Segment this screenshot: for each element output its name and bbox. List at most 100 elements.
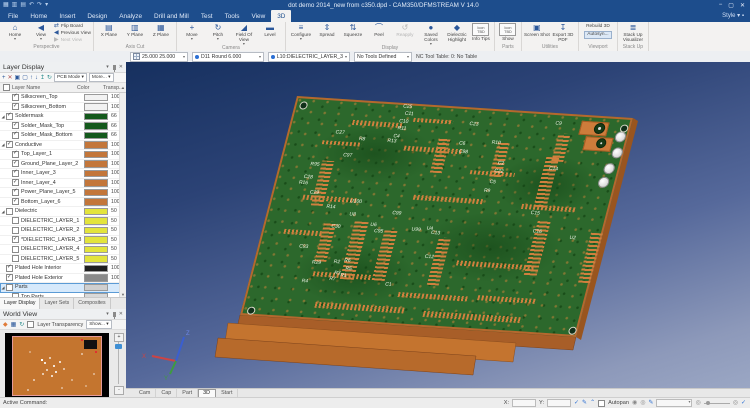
layer-color-chip[interactable] [84,208,108,216]
mode-select[interactable]: PCB Mode ▾ [54,73,87,82]
layer-row[interactable]: Silkscreen_Top100 [0,93,126,103]
layer-color-chip[interactable] [84,132,108,140]
close-panel-icon[interactable]: ✕ [119,311,123,317]
pitch-button[interactable]: ↻Pitch▾ [205,22,231,45]
layer-color-chip[interactable] [84,94,108,102]
layer-row[interactable]: *DIELECTRIC_LAYER_350 [0,236,126,246]
layer-visibility-checkbox[interactable] [12,293,19,297]
layer-visibility-checkbox[interactable] [12,132,19,139]
export-3d-pdf-button[interactable]: ↧Export 3D PDF [550,22,576,44]
squeeze-button[interactable]: ⇅Squeeze [340,22,366,45]
layer-visibility-checkbox[interactable] [12,227,19,234]
layer-row[interactable]: Bottom_Layer_6100 [0,198,126,208]
angle-icon[interactable]: ⌃ [590,399,595,407]
style-button[interactable]: Style ▾ ▪ [722,10,744,22]
layer-visibility-checkbox[interactable] [12,217,19,224]
level-button[interactable]: ▬Level [257,22,283,45]
ok-icon[interactable]: ✓ [741,399,746,407]
layer-color-chip[interactable] [84,189,108,197]
grid-select[interactable]: 25.000 25.000▾ [130,52,188,62]
maximize-button[interactable]: ▢ [728,2,734,9]
layer-row[interactable]: Silkscreen_Bottom100 [0,103,126,113]
layer-visibility-checkbox[interactable] [6,284,13,291]
layer-transparency-checkbox[interactable] [27,321,34,328]
menu-item-insert[interactable]: Insert [53,10,81,22]
x-plane-button[interactable]: ▤X Plane [96,22,122,44]
spread-button[interactable]: ⇕Spread [314,22,340,45]
copy-icon[interactable]: ▣ [15,74,21,82]
layer-visibility-checkbox[interactable] [12,255,19,262]
menu-item-view[interactable]: View [245,10,271,22]
active-layer-select[interactable]: L10:DIELECTRIC_LAYER_3▾ [268,52,350,62]
layer-row[interactable]: DIELECTRIC_LAYER_250 [0,226,126,236]
screen-shot-button[interactable]: ▣Screen Shot [524,22,550,44]
y-coordinate-input[interactable] [547,399,571,407]
menu-item-3d[interactable]: 3D [271,10,291,22]
layer-visibility-checkbox[interactable] [12,189,19,196]
panel-tab-layer-sets[interactable]: Layer Sets [40,298,74,309]
layer-color-chip[interactable] [84,227,108,235]
y-plane-button[interactable]: ▥Y Plane [122,22,148,44]
layer-visibility-checkbox[interactable] [6,208,13,215]
viewport-3d[interactable]: X Z Y C25C11C10R11C4R13C27R8C23C6C98R10C… [126,62,750,388]
layer-color-chip[interactable] [84,217,108,225]
layer-visibility-checkbox[interactable] [12,170,19,177]
layer-color-chip[interactable] [84,198,108,206]
layer-color-chip[interactable] [84,122,108,130]
panel-tab-layer-display[interactable]: Layer Display [0,298,40,309]
view-button[interactable]: ◀View▾ [28,22,54,44]
refresh-icon[interactable]: ↻ [47,74,52,82]
layer-row[interactable]: Inner_Layer_4100 [0,179,126,189]
redo-icon[interactable]: ↷ [37,0,42,10]
layer-visibility-checkbox[interactable] [12,151,19,158]
layer-color-chip[interactable] [84,293,108,297]
move-button[interactable]: +Move▾ [179,22,205,45]
dcode-select[interactable]: D11 Round 6.000▾ [192,52,264,62]
autopan-checkbox[interactable] [598,400,605,407]
tool-select[interactable]: No Tools Defined▾ [354,52,412,62]
menu-item-file[interactable]: File [2,10,24,22]
dielectric-highlight-button[interactable]: ◆Dielectric Highlight [444,22,470,45]
layer-row[interactable]: Inner_Layer_3100 [0,169,126,179]
layer-row[interactable]: DIELECTRIC_LAYER_550 [0,255,126,265]
layer-visibility-checkbox[interactable] [12,103,19,110]
configure-button[interactable]: ≡Configure▾ [288,22,314,45]
paste-icon[interactable]: ▢ [22,74,28,82]
peel-button[interactable]: ⌒Peel [366,22,392,45]
layer-visibility-checkbox[interactable] [6,265,13,272]
layer-visibility-checkbox[interactable] [12,179,19,186]
measure-icon[interactable]: ✎ [582,399,587,407]
layer-color-chip[interactable] [84,284,108,292]
previous-view-button[interactable]: ◀Previous View [54,30,91,37]
layer-row[interactable]: DIELECTRIC_LAYER_150 [0,217,126,227]
x-coordinate-input[interactable] [512,399,536,407]
stack-up-visualizer-button[interactable]: ≣Stack Up Visualizer [620,22,646,44]
autosync-toggle[interactable]: Autosyn... [584,31,611,39]
layer-visibility-checkbox[interactable] [6,141,13,148]
pin-icon[interactable] [113,312,116,317]
panel-tab-composites[interactable]: Composites [74,298,110,309]
add-layer-icon[interactable]: + [2,74,6,82]
move-down-icon[interactable]: ↓ [35,74,38,82]
home-button[interactable]: ⌂Home▾ [2,22,28,44]
layer-row[interactable]: Top Parts [0,293,126,298]
menu-item-analyze[interactable]: Analyze [113,10,148,22]
layer-visibility-checkbox[interactable] [12,198,19,205]
layer-color-chip[interactable] [84,265,108,273]
layer-color-chip[interactable] [84,103,108,111]
snap-icon[interactable]: ✓ [574,399,579,407]
field-of-view-button[interactable]: ◢Field Of View▾ [231,22,257,45]
refresh-view-icon[interactable]: ↻ [19,321,24,329]
fit-icon[interactable]: ◎ [733,399,738,407]
close-button[interactable]: ✕ [740,2,745,9]
panel-menu-icon[interactable]: ▾ [106,64,109,70]
layer-color-chip[interactable] [84,160,108,168]
layer-color-chip[interactable] [84,246,108,254]
zoom-in-button[interactable]: + [114,333,124,342]
layer-visibility-checkbox[interactable] [12,246,19,253]
layer-row[interactable]: ◢Conductive100 [0,141,126,151]
close-panel-icon[interactable]: ✕ [119,64,123,70]
layer-row[interactable]: Plated Hole Interior100 [0,264,126,274]
layer-row[interactable]: Top_Layer_1100 [0,150,126,160]
world-view-body[interactable]: + - [0,330,126,397]
